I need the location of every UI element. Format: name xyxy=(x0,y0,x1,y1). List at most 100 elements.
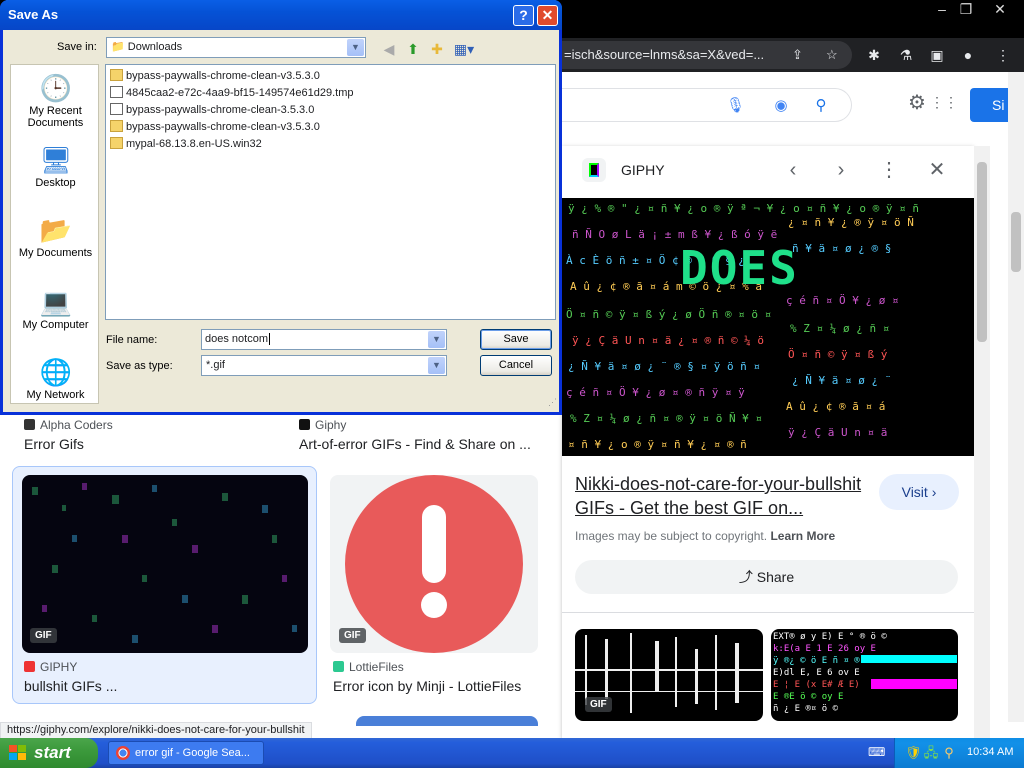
labs-flask-icon[interactable]: ⚗ xyxy=(895,44,917,66)
next-image-icon[interactable]: › xyxy=(829,158,853,182)
save-button[interactable]: Save xyxy=(480,329,552,350)
visit-button[interactable]: Visit › xyxy=(879,474,959,510)
dialog-close-button[interactable]: ✕ xyxy=(537,5,558,26)
share-button[interactable]: ⤴ Share xyxy=(575,560,958,594)
file-name: bypass-paywalls-chrome-clean-v3.5.3.0 xyxy=(126,70,320,82)
giphy-favicon xyxy=(24,661,35,672)
more-options-icon[interactable]: ⋮ xyxy=(877,158,901,182)
side-panel-icon[interactable]: ▣ xyxy=(926,44,948,66)
page-scrollbar-thumb[interactable] xyxy=(1011,212,1021,272)
next-row-tile[interactable] xyxy=(356,716,538,726)
file-item[interactable]: mypal-68.13.8.en-US.win32 xyxy=(110,136,262,152)
bookmark-star-icon[interactable]: ☆ xyxy=(826,41,838,69)
new-folder-icon[interactable]: ✚ xyxy=(427,40,447,58)
resize-grip-icon[interactable]: ⋰ xyxy=(548,397,560,409)
page-scrollbar[interactable] xyxy=(1008,72,1024,722)
extensions-puzzle-icon[interactable]: ✱ xyxy=(863,44,885,66)
close-icon: ✕ xyxy=(994,1,1006,17)
glitch-image-thumbnail xyxy=(32,483,297,643)
chrome-menu-icon[interactable]: ⋮ xyxy=(992,44,1014,66)
restore-icon: ❐ xyxy=(959,1,973,17)
file-name-input[interactable]: does notcom ▼ xyxy=(201,329,447,350)
panel-result-title[interactable]: Nikki-does-not-care-for-your-bullshit GI… xyxy=(575,472,865,520)
svg-text:E ¦ E (x E# Æ E): E ¦ E (x E# Æ E) xyxy=(773,680,860,690)
restore-button[interactable]: ❐ xyxy=(948,0,984,20)
preview-image[interactable]: ÿ ¿ % ® " ¿ ¤ ñ ¥ ¿ o ® ÿ ª ¬ ¥ ¿ o ¤ ñ … xyxy=(562,198,974,456)
address-bar[interactable]: =isch&source=lnms&sa=X&ved=... ⇪ ☆ xyxy=(556,41,852,69)
back-icon[interactable]: ◀ xyxy=(379,40,399,58)
tile3-source[interactable]: GIPHY xyxy=(24,660,77,674)
related-thumb-2[interactable]: EXT® ø y E) E ° ® ö © k:E(a E 1 E 26 oy … xyxy=(771,629,958,721)
chevron-down-icon[interactable]: ▼ xyxy=(347,39,364,56)
lens-search-icon[interactable]: ◉ xyxy=(772,97,790,115)
file-list[interactable]: bypass-paywalls-chrome-clean-v3.5.3.0 48… xyxy=(105,64,556,320)
search-box[interactable]: 🎙 ◉ ⚲ xyxy=(540,88,852,122)
desktop-screen: – ❐ ✕ =isch&source=lnms&sa=X&ved=... ⇪ ☆… xyxy=(0,0,1024,768)
tile2-title[interactable]: Art-of-error GIFs - Find & Share on ... xyxy=(299,436,539,452)
giphy-logo-mark xyxy=(589,163,599,177)
save-in-dropdown[interactable]: 📁 Downloads ▼ xyxy=(106,37,366,58)
panel-scrollbar-thumb[interactable] xyxy=(977,162,987,342)
close-window-button[interactable]: ✕ xyxy=(982,0,1018,20)
panel-scrollbar[interactable] xyxy=(974,146,990,738)
link-status-bar: https://giphy.com/explore/nikki-does-not… xyxy=(0,722,312,739)
help-button[interactable]: ? xyxy=(513,5,534,26)
place-my-recent-documents[interactable]: 🕒 My Recent Documents xyxy=(11,73,100,129)
learn-more-link[interactable]: Learn More xyxy=(770,529,835,543)
network-icon[interactable]: 🖧 xyxy=(923,745,939,761)
file-item[interactable]: bypass-paywalls-chrome-clean-v3.5.3.0 xyxy=(110,68,320,84)
taskbar-chrome-window[interactable]: error gif - Google Sea... xyxy=(108,741,264,765)
tmp-file-icon xyxy=(110,86,123,98)
tile3-title[interactable]: bullshit GIFs ... xyxy=(24,678,304,694)
related-thumb-1[interactable]: GIF xyxy=(575,629,763,721)
start-button[interactable]: start xyxy=(0,738,98,768)
file-name-value: does notcom xyxy=(205,333,268,345)
tile4-source[interactable]: LottieFiles xyxy=(333,660,404,674)
task-label: error gif - Google Sea... xyxy=(135,747,250,759)
giphy-logo xyxy=(582,158,606,182)
svg-text:EXT® ø y E) E ° ® ö ©: EXT® ø y E) E ° ® ö © xyxy=(773,632,887,642)
giphy-favicon xyxy=(299,419,310,430)
chevron-down-icon[interactable]: ▼ xyxy=(428,357,445,374)
file-item[interactable]: bypass-paywalls-chrome-clean-v3.5.3.0 xyxy=(110,119,320,135)
save-as-type-label: Save as type: xyxy=(106,360,173,372)
share-page-icon[interactable]: ⇪ xyxy=(792,41,803,69)
clock[interactable]: 10:34 AM xyxy=(967,746,1013,758)
dialog-titlebar[interactable]: Save As ? ✕ xyxy=(0,0,562,30)
google-apps-icon[interactable]: ⋮⋮ xyxy=(930,94,958,112)
error-icon-image xyxy=(345,475,523,653)
color-glitch-thumbnail: EXT® ø y E) E ° ® ö © k:E(a E 1 E 26 oy … xyxy=(773,632,957,714)
tile2-source[interactable]: Giphy xyxy=(299,418,346,432)
keyboard-icon[interactable]: ⌨ xyxy=(868,745,885,761)
search-tray-icon[interactable]: ⚲ xyxy=(941,745,957,761)
svg-text:Ö ¤ ñ © ÿ ¤ ß ý: Ö ¤ ñ © ÿ ¤ ß ý xyxy=(788,348,888,361)
tile3-source-label: GIPHY xyxy=(40,660,78,674)
place-my-computer[interactable]: 💻 My Computer xyxy=(11,287,100,331)
previous-image-icon[interactable]: ‹ xyxy=(781,158,805,182)
close-panel-icon[interactable]: ✕ xyxy=(925,158,949,182)
desktop-icon: 🖥 xyxy=(39,145,73,175)
voice-search-icon[interactable]: 🎙 xyxy=(726,97,745,115)
tile1-source[interactable]: Alpha Coders xyxy=(24,418,113,432)
views-menu-icon[interactable]: ▦▾ xyxy=(451,40,477,58)
chevron-down-icon[interactable]: ▼ xyxy=(428,331,445,348)
tile4-source-label: LottieFiles xyxy=(349,660,404,674)
save-as-type-dropdown[interactable]: *.gif ▼ xyxy=(201,355,447,376)
tile3-image[interactable] xyxy=(22,475,308,653)
profile-avatar-icon[interactable]: ● xyxy=(957,44,979,66)
place-desktop[interactable]: 🖥 Desktop xyxy=(11,145,100,189)
settings-gear-icon[interactable]: ⚙ xyxy=(908,92,930,114)
up-folder-icon[interactable]: ⬆ xyxy=(403,40,423,58)
related-gif-badge: GIF xyxy=(585,697,612,712)
cancel-button[interactable]: Cancel xyxy=(480,355,552,376)
tile4-title[interactable]: Error icon by Minji - LottieFiles xyxy=(333,678,553,694)
place-my-documents[interactable]: 📂 My Documents xyxy=(11,215,100,259)
search-icon[interactable]: ⚲ xyxy=(812,97,830,115)
tile4-image[interactable] xyxy=(330,475,538,653)
file-item[interactable]: 4845caa2-e72c-4aa9-bf15-149574e61d29.tmp xyxy=(110,85,354,101)
tile1-title[interactable]: Error Gifs xyxy=(24,436,294,452)
security-shield-icon[interactable]: 🛡 xyxy=(905,745,922,761)
file-item[interactable]: bypass-paywalls-chrome-clean-3.5.3.0 xyxy=(110,102,314,118)
place-my-network[interactable]: 🌐 My Network xyxy=(11,357,100,401)
place-label: My Documents xyxy=(18,247,93,259)
